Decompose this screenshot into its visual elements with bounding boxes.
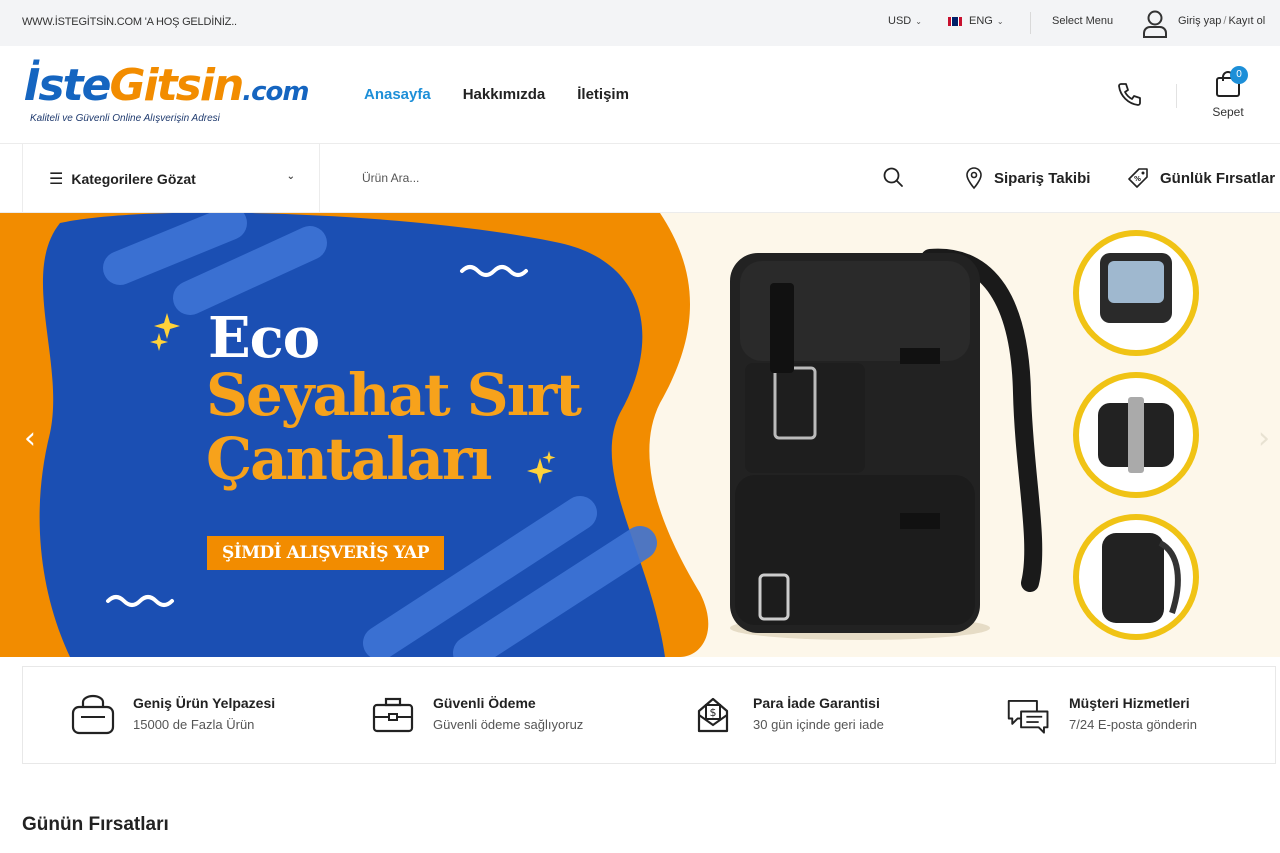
feature-subtitle: 7/24 E-posta gönderin <box>1069 717 1197 732</box>
language-selector[interactable]: ENG ⌄ <box>948 15 1004 27</box>
divider <box>1176 84 1177 108</box>
chat-icon <box>1007 699 1049 734</box>
select-menu-link[interactable]: Select Menu <box>1052 15 1113 27</box>
cart-count-badge: 0 <box>1230 66 1248 84</box>
user-icon[interactable] <box>1141 9 1169 39</box>
nav-item-contact[interactable]: İletişim <box>577 86 629 103</box>
uk-flag-icon <box>948 16 962 26</box>
currency-selector[interactable]: USD ⌄ <box>888 15 922 27</box>
search-icon[interactable] <box>882 166 904 188</box>
logo-tagline: Kaliteli ve Güvenli Online Alışverişin A… <box>30 113 220 124</box>
language-value: ENG <box>969 15 993 27</box>
chevron-down-icon: ⌄ <box>996 16 1004 26</box>
divider <box>1030 12 1031 34</box>
cart-button[interactable]: 0 Sepet <box>1206 66 1250 124</box>
slider-next-icon[interactable]: › <box>1258 421 1270 456</box>
nav-item-home[interactable]: Anasayfa <box>364 86 431 103</box>
login-link[interactable]: Giriş yap <box>1178 15 1221 27</box>
location-pin-icon <box>966 167 982 190</box>
hero-banner[interactable]: Eco Seyahat Sırt Çantaları ŞİMDİ ALIŞVER… <box>0 213 1280 657</box>
hero-background <box>0 213 1199 657</box>
svg-text:%: % <box>1134 175 1141 183</box>
order-tracking-label: Sipariş Takibi <box>994 169 1091 187</box>
shop-now-button[interactable]: ŞİMDİ ALIŞVERİŞ YAP <box>207 536 444 570</box>
register-link[interactable]: Kayıt ol <box>1228 15 1265 27</box>
feature-title: Müşteri Hizmetleri <box>1069 695 1190 711</box>
phone-icon[interactable] <box>1114 80 1144 110</box>
daily-deals-label: Günlük Fırsatlar <box>1160 169 1276 187</box>
section-title: Günün Fırsatları <box>22 814 169 835</box>
nav-item-about[interactable]: Hakkımızda <box>463 86 546 103</box>
feature-title: Geniş Ürün Yelpazesi <box>133 695 276 711</box>
currency-value: USD <box>888 15 912 27</box>
hero-title-line2: Seyahat Sırt <box>206 361 582 429</box>
main-nav: Anasayfa Hakkımızda İletişim <box>364 86 629 103</box>
menu-list-icon: ☰ <box>49 170 64 188</box>
welcome-text: WWW.İSTEGİTSİN.COM 'A HOŞ GELDİNİZ.. <box>22 16 237 28</box>
order-tracking-link[interactable]: Sipariş Takibi <box>962 166 1090 190</box>
bag-icon <box>71 694 115 735</box>
site-header: İsteGitsin.com Kaliteli ve Güvenli Onlin… <box>0 46 1280 144</box>
features-bar: Geniş Ürün Yelpazesi 15000 de Fazla Ürün… <box>22 666 1276 764</box>
cart-label: Sepet <box>1212 105 1244 119</box>
feature-title: Para İade Garantisi <box>753 695 880 711</box>
briefcase-icon <box>372 697 414 733</box>
categories-label: Kategorilere Gözat <box>71 170 196 187</box>
feature-item: Müşteri Hizmetleri 7/24 E-posta gönderin <box>1007 693 1197 737</box>
slider-prev-icon[interactable]: ‹ <box>24 421 36 456</box>
thumbnail-circles <box>1073 230 1199 640</box>
svg-text:$: $ <box>710 706 717 719</box>
price-tag-icon: % <box>1128 168 1148 188</box>
categories-dropdown[interactable]: ☰ Kategorilere Gözat ⌄ <box>22 144 320 213</box>
money-envelope-icon: $ <box>697 697 729 733</box>
feature-subtitle: 15000 de Fazla Ürün <box>133 717 255 732</box>
site-logo[interactable]: İsteGitsin.com Kaliteli ve Güvenli Onlin… <box>24 64 310 125</box>
account-links: Giriş yap / Kayıt ol <box>1178 15 1266 27</box>
chevron-down-icon: ⌄ <box>286 171 295 182</box>
feature-item: $ Para İade Garantisi 30 gün içinde geri… <box>691 693 884 737</box>
top-bar: WWW.İSTEGİTSİN.COM 'A HOŞ GELDİNİZ.. USD… <box>0 0 1280 46</box>
feature-title: Güvenli Ödeme <box>433 695 536 711</box>
feature-item: Geniş Ürün Yelpazesi 15000 de Fazla Ürün <box>71 693 275 737</box>
daily-deals-link[interactable]: % Günlük Fırsatlar <box>1126 166 1275 190</box>
search-input[interactable] <box>350 160 910 196</box>
feature-subtitle: Güvenli ödeme sağlıyoruz <box>433 717 584 732</box>
hero-title-line3: Çantaları <box>206 425 492 493</box>
feature-item: Güvenli Ödeme Güvenli ödeme sağlıyoruz <box>371 693 583 737</box>
chevron-down-icon: ⌄ <box>915 16 922 26</box>
feature-subtitle: 30 gün içinde geri iade <box>753 717 884 732</box>
